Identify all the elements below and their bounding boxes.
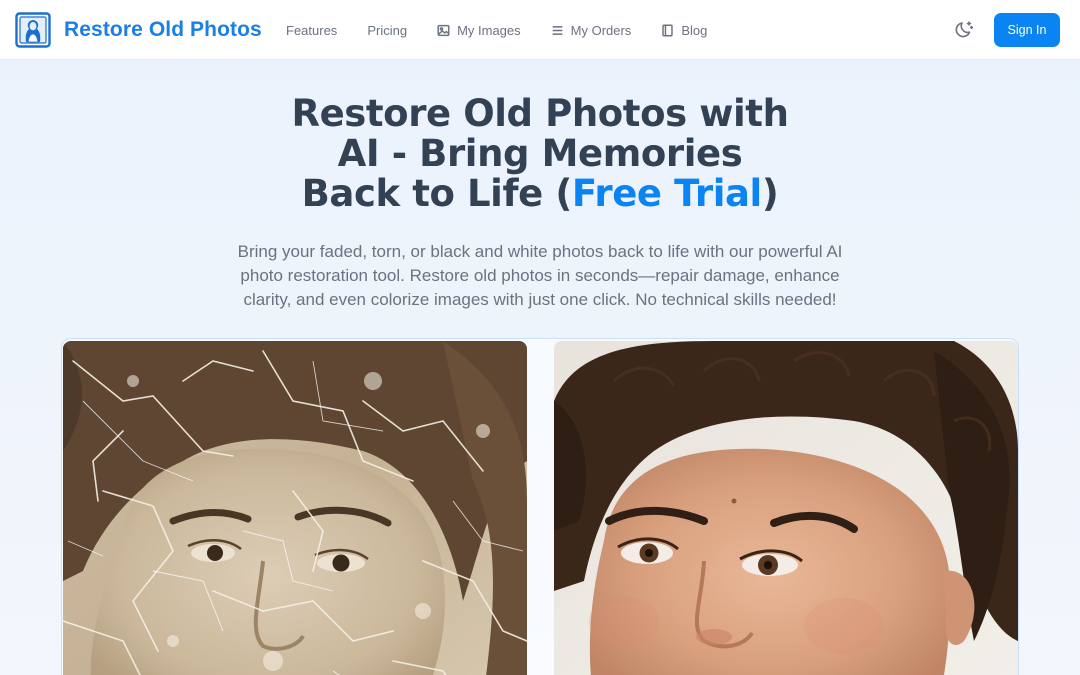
navbar: Restore Old Photos Features Pricing My I… bbox=[0, 0, 1080, 60]
brand-logo-link[interactable]: Restore Old Photos bbox=[15, 12, 262, 48]
hero-title-line-1: Restore Old Photos with bbox=[291, 92, 789, 135]
damaged-sepia-portrait-image bbox=[63, 341, 527, 675]
sign-in-button[interactable]: Sign In bbox=[994, 13, 1060, 47]
nav-my-images-label: My Images bbox=[457, 22, 521, 38]
hero-subtitle-line-3: clarity, and even colorize images with j… bbox=[243, 290, 837, 309]
portrait-frame-icon bbox=[15, 12, 51, 48]
restored-color-portrait-image bbox=[554, 341, 1018, 675]
hero-title-line-3: Back to Life (Free Trial) bbox=[240, 174, 840, 214]
hero-subtitle-line-1: Bring your faded, torn, or black and whi… bbox=[237, 242, 843, 261]
hero-subtitle-line-2: photo restoration tool. Restore old phot… bbox=[240, 266, 840, 285]
nav-blog-label: Blog bbox=[681, 22, 708, 38]
nav-features[interactable]: Features bbox=[286, 23, 337, 38]
nav-pricing[interactable]: Pricing bbox=[367, 23, 407, 38]
list-icon bbox=[552, 25, 563, 35]
hero-title-line-2: AI - Bring Memories bbox=[337, 132, 743, 175]
free-trial-highlight: Free Trial bbox=[571, 172, 762, 215]
hero-title-line-3-prefix: Back to Life ( bbox=[301, 172, 573, 215]
moon-sparkle-icon bbox=[955, 21, 974, 38]
theme-toggle[interactable] bbox=[955, 19, 977, 41]
hero-title-line-3-suffix: ) bbox=[761, 172, 779, 215]
before-photo bbox=[63, 341, 527, 675]
brand-name: Restore Old Photos bbox=[64, 18, 262, 41]
main-nav: Features Pricing My Images My Orders Blo bbox=[286, 0, 737, 60]
nav-features-label: Features bbox=[286, 22, 338, 38]
nav-blog[interactable]: Blog bbox=[661, 23, 707, 38]
book-icon bbox=[662, 23, 674, 37]
hero-title: Restore Old Photos with AI - Bring Memor… bbox=[240, 94, 840, 214]
nav-pricing-label: Pricing bbox=[367, 22, 408, 38]
nav-my-images[interactable]: My Images bbox=[437, 23, 521, 38]
after-photo bbox=[554, 341, 1018, 675]
nav-my-orders-label: My Orders bbox=[570, 22, 632, 38]
image-icon bbox=[437, 24, 450, 36]
nav-my-orders[interactable]: My Orders bbox=[551, 22, 632, 38]
hero-subtitle: Bring your faded, torn, or black and whi… bbox=[200, 240, 880, 312]
